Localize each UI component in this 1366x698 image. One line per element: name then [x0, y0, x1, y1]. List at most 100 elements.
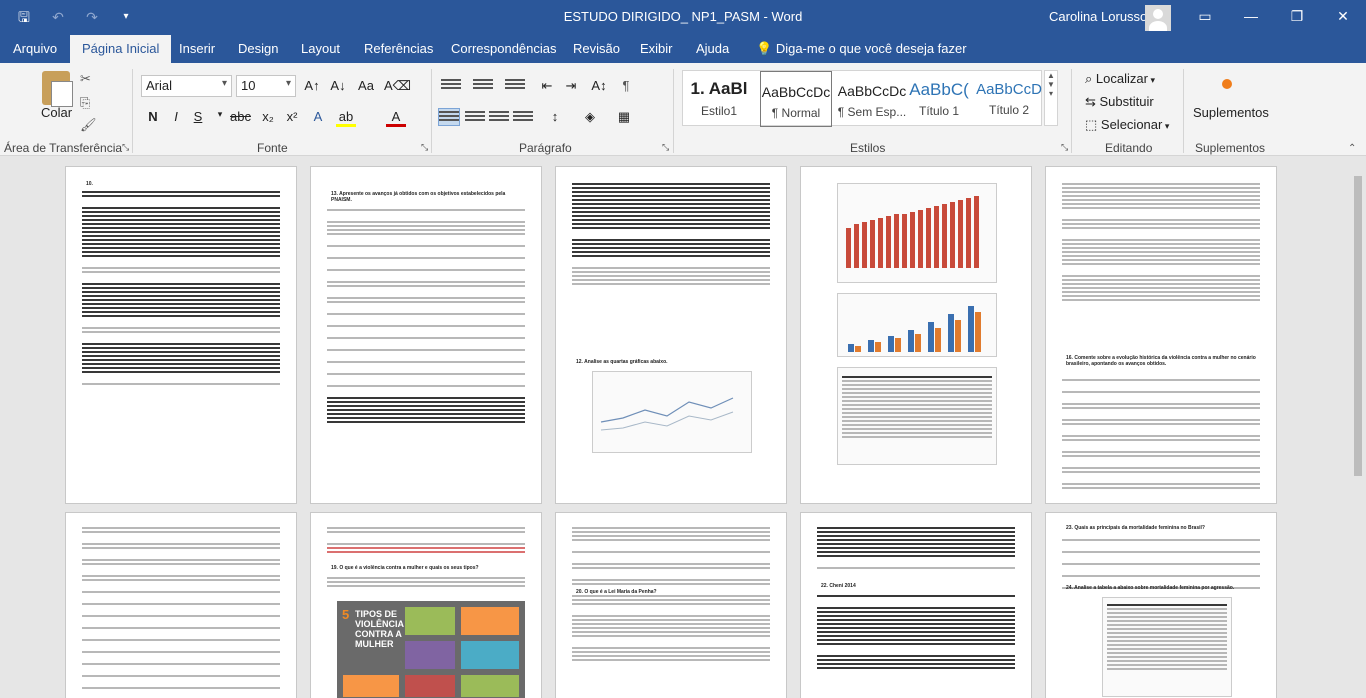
- page-text: [327, 207, 525, 493]
- page-thumbnail[interactable]: 20. O que é a Lei Maria da Penha?: [555, 512, 787, 698]
- style-sem-espacamento[interactable]: AaBbCcDc ¶ Sem Esp...: [836, 71, 908, 127]
- bullets-icon[interactable]: [441, 77, 461, 93]
- save-icon[interactable]: 🖫: [14, 8, 34, 26]
- font-name-combo[interactable]: Arial: [141, 75, 232, 97]
- align-right-icon[interactable]: [489, 109, 509, 125]
- addins-button[interactable]: Suplementos: [1193, 105, 1269, 120]
- sort-icon[interactable]: A↕: [589, 78, 609, 93]
- subscript-icon[interactable]: x₂: [258, 109, 278, 124]
- line-spacing-icon[interactable]: ↕: [545, 109, 565, 124]
- grow-font-icon[interactable]: A↑: [302, 78, 322, 93]
- tab-ajuda[interactable]: Ajuda: [696, 41, 729, 56]
- clipboard-launcher-icon[interactable]: ⤡: [122, 142, 129, 153]
- font-size-combo[interactable]: 10: [236, 75, 296, 97]
- multilevel-list-icon[interactable]: [505, 77, 525, 93]
- undo-icon[interactable]: ↶: [48, 8, 68, 26]
- style-titulo-1[interactable]: AaBbC( Título 1: [903, 71, 975, 127]
- tab-arquivo[interactable]: Arquivo: [13, 41, 57, 56]
- replace-button[interactable]: ⇆ Substituir: [1085, 94, 1154, 110]
- page-thumbnail[interactable]: [800, 166, 1032, 504]
- vertical-scrollbar[interactable]: [1350, 156, 1366, 698]
- addins-icon[interactable]: [1222, 79, 1232, 89]
- minimize-icon[interactable]: —: [1228, 0, 1274, 32]
- page-text: [817, 593, 1015, 698]
- paste-icon[interactable]: [42, 71, 73, 107]
- style-estilo1[interactable]: 1. AaBl Estilo1: [683, 71, 755, 127]
- highlight-icon[interactable]: ab: [336, 109, 356, 127]
- style-normal[interactable]: AaBbCcDc ¶ Normal: [760, 71, 832, 127]
- font-color-icon[interactable]: A: [386, 109, 406, 127]
- page-thumbnail[interactable]: 22. Cheni 2014: [800, 512, 1032, 698]
- style-titulo-2[interactable]: AaBbCcD Título 2: [973, 71, 1045, 127]
- clear-format-icon[interactable]: A⌫: [384, 78, 411, 94]
- paste-button[interactable]: Colar: [41, 105, 72, 120]
- tell-me-text: Diga-me o que você deseja fazer: [775, 41, 967, 56]
- underline-dropdown-icon[interactable]: ▾: [210, 109, 230, 120]
- page-thumbnail[interactable]: 23. Quais as principais da mortalidade f…: [1045, 512, 1277, 698]
- page-thumbnail[interactable]: 10.: [65, 166, 297, 504]
- strikethrough-icon[interactable]: abc: [230, 109, 251, 124]
- show-formatting-icon[interactable]: ¶: [616, 78, 636, 93]
- page-thumbnail[interactable]: 16. Comente sobre a evolução histórica d…: [1045, 166, 1277, 504]
- tab-inserir[interactable]: Inserir: [179, 41, 215, 56]
- close-icon[interactable]: ✕: [1320, 0, 1366, 32]
- find-button[interactable]: ⌕ Localizar ▾: [1085, 71, 1155, 87]
- paragraph-launcher-icon[interactable]: ⤡: [662, 142, 669, 153]
- tab-pagina-inicial[interactable]: Página Inicial: [70, 35, 172, 63]
- shading-icon[interactable]: ◈: [580, 109, 600, 125]
- style-sample: AaBbCcDc: [761, 84, 831, 100]
- user-name[interactable]: Carolina Lorusso: [1049, 9, 1147, 24]
- styles-scroll[interactable]: ▲ ▼ ▾: [1044, 70, 1058, 126]
- style-name: Título 1: [918, 104, 960, 118]
- tab-correspondencias[interactable]: Correspondências: [451, 41, 557, 56]
- change-case-icon[interactable]: Aa: [356, 78, 376, 93]
- editing-group-label: Editando: [1105, 141, 1153, 155]
- numbering-icon[interactable]: [473, 77, 493, 93]
- avatar[interactable]: [1145, 5, 1171, 31]
- page-thumbnail[interactable]: 19. O que é a violência contra a mulher …: [310, 512, 542, 698]
- poster-tile: [461, 607, 519, 635]
- page-question: 24. Analise a tabela a abaixo sobre mort…: [1066, 585, 1235, 591]
- shrink-font-icon[interactable]: A↓: [328, 78, 348, 93]
- format-painter-icon[interactable]: 🖌: [80, 117, 97, 133]
- tab-design[interactable]: Design: [238, 41, 278, 56]
- page-text: [327, 525, 525, 561]
- styles-launcher-icon[interactable]: ⤡: [1061, 142, 1068, 153]
- page-thumbnail[interactable]: 13. Apresente os avanços já obtidos com …: [310, 166, 542, 504]
- bold-icon[interactable]: N: [143, 109, 163, 124]
- tab-referencias[interactable]: Referências: [364, 41, 433, 56]
- customize-qat-icon[interactable]: ▾: [116, 8, 136, 26]
- copy-icon[interactable]: ⎘: [80, 95, 90, 111]
- underline-icon[interactable]: S: [188, 109, 208, 124]
- page-thumbnail[interactable]: 12. Analise as quartas gráficas abaixo.: [555, 166, 787, 504]
- superscript-icon[interactable]: x²: [282, 109, 302, 124]
- increase-indent-icon[interactable]: ⇥: [561, 78, 581, 94]
- italic-icon[interactable]: I: [166, 109, 186, 124]
- poster-tile: [405, 675, 455, 697]
- cut-icon[interactable]: ✂: [80, 71, 91, 87]
- title-bar: 🖫 ↶ ↷ ▾ ESTUDO DIRIGIDO_ NP1_PASM - Word…: [0, 0, 1366, 35]
- decrease-indent-icon[interactable]: ⇤: [537, 78, 557, 94]
- redo-icon[interactable]: ↷: [82, 8, 102, 26]
- select-button[interactable]: ⬚ Selecionar ▾: [1085, 117, 1169, 133]
- page-question: 22. Cheni 2014: [821, 583, 856, 589]
- align-center-icon[interactable]: [465, 109, 485, 125]
- table-lines: [842, 374, 992, 454]
- select-icon: ⬚: [1085, 117, 1101, 132]
- scrollbar-thumb[interactable]: [1354, 176, 1362, 476]
- justify-icon[interactable]: [513, 109, 533, 125]
- page-thumbnail[interactable]: [65, 512, 297, 698]
- borders-icon[interactable]: ▦: [614, 109, 634, 125]
- collapse-ribbon-icon[interactable]: ⌃: [1348, 143, 1356, 154]
- tab-exibir[interactable]: Exibir: [640, 41, 673, 56]
- document-workspace[interactable]: 10. 13. Apresente os avanços já obtidos …: [0, 156, 1366, 698]
- tab-revisao[interactable]: Revisão: [573, 41, 620, 56]
- tab-layout[interactable]: Layout: [301, 41, 340, 56]
- text-effects-icon[interactable]: A: [308, 109, 328, 124]
- font-launcher-icon[interactable]: ⤡: [421, 142, 428, 153]
- maximize-icon[interactable]: ❐: [1274, 0, 1320, 32]
- ribbon-options-icon[interactable]: ▭: [1182, 0, 1228, 32]
- tell-me-box[interactable]: 💡 Diga-me o que você deseja fazer: [756, 41, 967, 57]
- page-question: 16. Comente sobre a evolução histórica d…: [1066, 355, 1256, 367]
- align-left-icon[interactable]: [438, 108, 460, 126]
